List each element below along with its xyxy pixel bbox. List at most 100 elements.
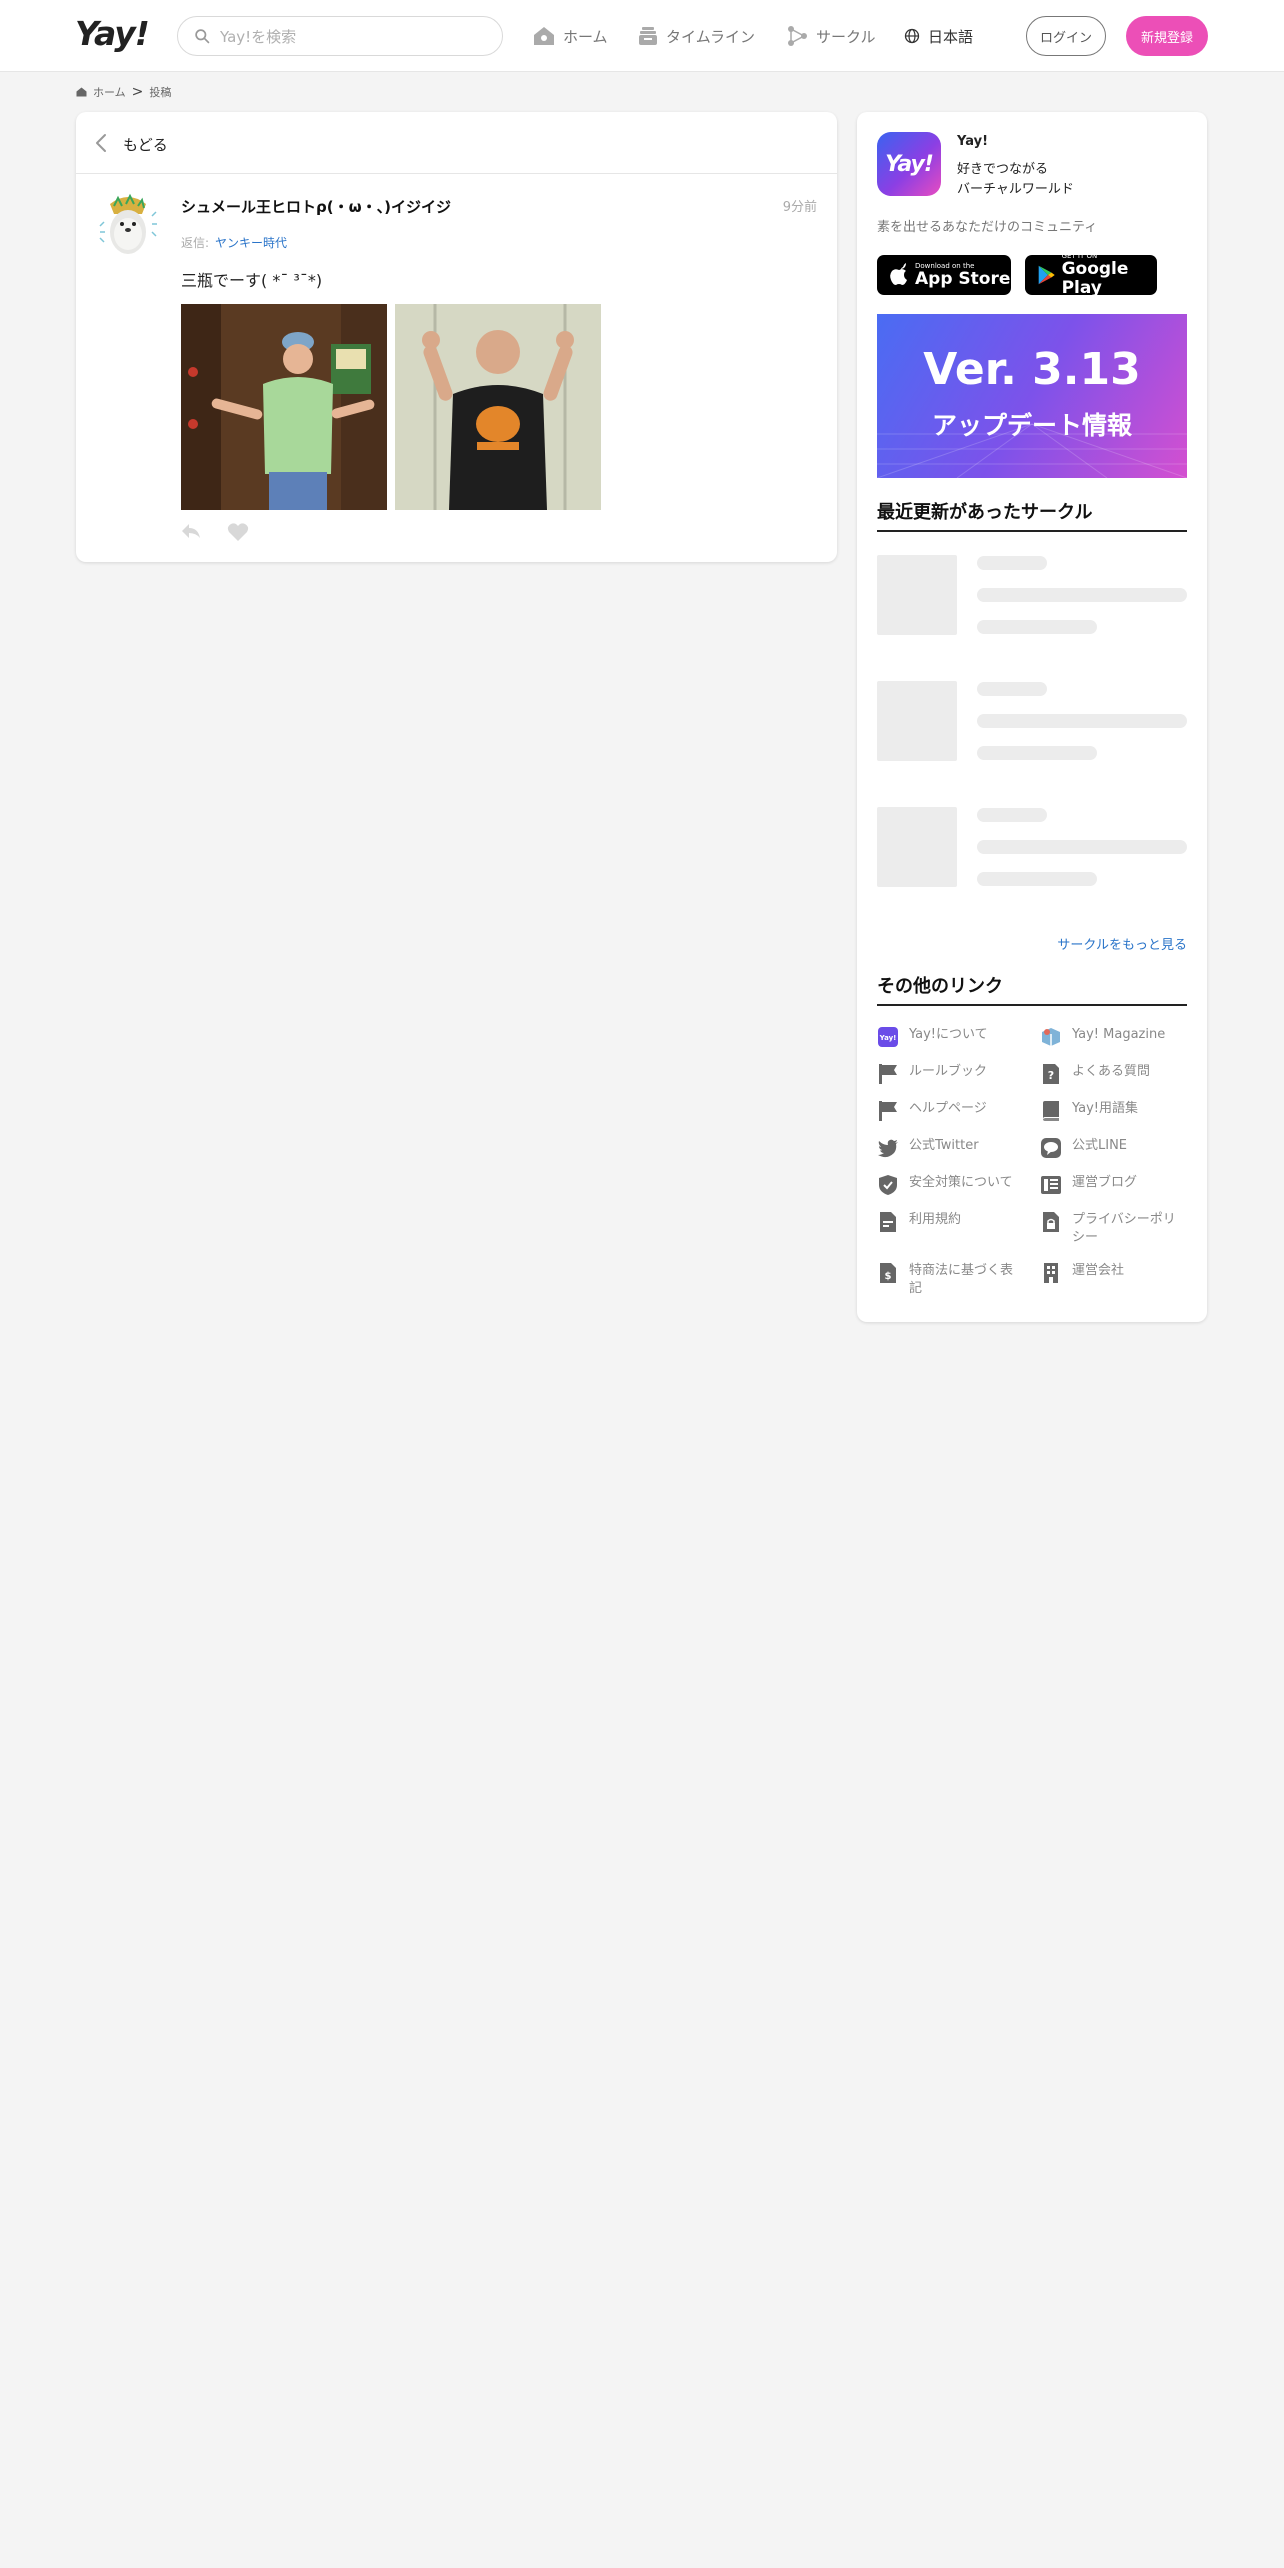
circle-skeleton-bar bbox=[977, 714, 1187, 728]
link-blog[interactable]: 運営ブログ bbox=[1040, 1174, 1188, 1196]
link-commercial-law[interactable]: $ 特商法に基づく表記 bbox=[877, 1262, 1025, 1298]
nav-timeline[interactable]: タイムライン bbox=[638, 24, 755, 48]
breadcrumb-current: 投稿 bbox=[149, 86, 172, 99]
link-rulebook[interactable]: ルールブック bbox=[877, 1063, 1025, 1085]
signup-button[interactable]: 新規登録 bbox=[1126, 16, 1208, 56]
svg-text:Yay!: Yay! bbox=[879, 1034, 897, 1042]
circle-skeleton-bar bbox=[977, 746, 1097, 760]
banner-grid-decoration bbox=[877, 423, 1187, 478]
nav-circle-label: サークル bbox=[816, 27, 876, 46]
post-photo[interactable] bbox=[181, 304, 387, 510]
link-terms[interactable]: 利用規約 bbox=[877, 1211, 1025, 1233]
language-label: 日本語 bbox=[928, 27, 974, 46]
reply-row: 返信: ヤンキー時代 bbox=[181, 234, 287, 251]
circles-section-divider bbox=[877, 530, 1187, 532]
post-text: 三瓶でーす( *¯ ³¯*) bbox=[181, 271, 323, 290]
app-description: 素を出せるあなただけのコミュニティ bbox=[877, 220, 1098, 235]
search-input[interactable] bbox=[220, 25, 480, 49]
banner-subtitle: アップデート情報 bbox=[931, 411, 1132, 440]
link-label: Yay! Magazine bbox=[1072, 1027, 1166, 1042]
link-privacy[interactable]: プライバシーポリシー bbox=[1040, 1211, 1188, 1247]
lock-document-icon bbox=[1043, 1212, 1059, 1232]
header: Yay! ホーム タイムライン サークル bbox=[0, 0, 1284, 72]
magazine-icon bbox=[1042, 1028, 1060, 1046]
avatar[interactable] bbox=[96, 192, 160, 258]
google-play-button[interactable]: GET IT ON Google Play bbox=[1025, 252, 1157, 298]
circle-skeleton-thumb bbox=[877, 681, 957, 761]
nav-circle[interactable]: サークル bbox=[786, 24, 876, 48]
links-section-divider bbox=[877, 1004, 1187, 1006]
nav-home[interactable]: ホーム bbox=[533, 24, 608, 48]
globe-icon bbox=[904, 28, 920, 44]
yay-icon: Yay! bbox=[878, 1027, 898, 1047]
link-label: 公式LINE bbox=[1072, 1138, 1128, 1153]
link-label: 運営ブログ bbox=[1072, 1175, 1138, 1190]
link-label: ヘルプページ bbox=[909, 1101, 987, 1116]
reply-prefix: 返信: bbox=[181, 236, 210, 250]
back-label[interactable]: もどる bbox=[123, 134, 168, 155]
link-label: Yay!用語集 bbox=[1072, 1101, 1139, 1116]
svg-text:?: ? bbox=[1048, 1069, 1054, 1082]
post-author[interactable]: シュメール王ヒロトρ(・ω・、)イジイジ bbox=[181, 196, 451, 217]
link-about-yay[interactable]: Yay! Yay!について bbox=[877, 1026, 1025, 1048]
document-icon bbox=[880, 1212, 896, 1232]
circles-more-link[interactable]: サークルをもっと見る bbox=[1057, 934, 1187, 953]
link-label: 特商法に基づく表記 bbox=[909, 1263, 1014, 1296]
dollar-document-icon: $ bbox=[880, 1263, 896, 1283]
post-time: 9分前 bbox=[782, 200, 817, 215]
link-label: 公式Twitter bbox=[909, 1138, 979, 1153]
google-play-big: Google Play bbox=[1061, 259, 1129, 298]
link-label: 安全対策について bbox=[909, 1175, 1013, 1190]
circle-skeleton-bar bbox=[977, 620, 1097, 634]
link-label: 利用規約 bbox=[909, 1212, 962, 1227]
circle-skeleton-bar bbox=[977, 872, 1097, 886]
question-icon: ? bbox=[1043, 1064, 1059, 1084]
circle-skeleton-bar bbox=[977, 588, 1187, 602]
svg-text:$: $ bbox=[885, 1271, 892, 1282]
circle-skeleton-thumb bbox=[877, 807, 957, 887]
link-label: よくある質問 bbox=[1072, 1064, 1151, 1079]
reply-icon[interactable] bbox=[180, 522, 202, 540]
circle-icon bbox=[788, 26, 807, 46]
nav-timeline-label: タイムライン bbox=[666, 27, 755, 46]
link-line[interactable]: 公式LINE bbox=[1040, 1137, 1188, 1159]
circle-skeleton-thumb bbox=[877, 555, 957, 635]
post-photo[interactable] bbox=[395, 304, 601, 510]
home-icon bbox=[76, 87, 87, 97]
nav-home-label: ホーム bbox=[563, 27, 608, 46]
shield-icon bbox=[879, 1175, 897, 1195]
link-label: プライバシーポリシー bbox=[1072, 1212, 1176, 1245]
breadcrumb-home[interactable]: ホーム bbox=[93, 84, 126, 100]
login-button[interactable]: ログイン bbox=[1026, 16, 1106, 56]
book-icon bbox=[1043, 1101, 1059, 1121]
link-glossary[interactable]: Yay!用語集 bbox=[1040, 1100, 1188, 1122]
link-safety[interactable]: 安全対策について bbox=[877, 1174, 1025, 1196]
blog-icon bbox=[1041, 1176, 1061, 1194]
circle-skeleton-bar bbox=[977, 808, 1047, 822]
link-faq[interactable]: ? よくある質問 bbox=[1040, 1063, 1188, 1085]
circle-skeleton-bar bbox=[977, 556, 1047, 570]
app-store-button[interactable]: Download on the App Store bbox=[877, 255, 1011, 295]
heart-icon[interactable] bbox=[227, 522, 249, 542]
app-store-big: App Store bbox=[915, 268, 1011, 289]
circle-skeleton-bar bbox=[977, 840, 1187, 854]
circles-section-title: 最近更新があったサークル bbox=[877, 502, 1093, 523]
flag-icon bbox=[879, 1101, 897, 1121]
chevron-left-icon[interactable] bbox=[94, 132, 108, 154]
search-box[interactable] bbox=[177, 16, 503, 56]
reply-target-link[interactable]: ヤンキー時代 bbox=[215, 236, 287, 250]
update-banner[interactable]: Ver. 3.13 アップデート情報 bbox=[877, 314, 1187, 478]
banner-version: Ver. 3.13 bbox=[923, 344, 1141, 395]
app-name: Yay! bbox=[957, 134, 988, 149]
yay-logo[interactable]: Yay! bbox=[75, 14, 150, 53]
link-label: ルールブック bbox=[909, 1064, 988, 1079]
language-selector[interactable]: 日本語 bbox=[904, 24, 973, 48]
link-help[interactable]: ヘルプページ bbox=[877, 1100, 1025, 1122]
twitter-icon bbox=[878, 1139, 898, 1158]
apple-icon bbox=[890, 263, 907, 285]
link-company[interactable]: 運営会社 bbox=[1040, 1262, 1188, 1284]
back-row[interactable]: もどる bbox=[76, 112, 837, 174]
flag-icon bbox=[879, 1064, 897, 1084]
link-yay-magazine[interactable]: Yay! Magazine bbox=[1040, 1026, 1188, 1048]
link-twitter[interactable]: 公式Twitter bbox=[877, 1137, 1025, 1159]
